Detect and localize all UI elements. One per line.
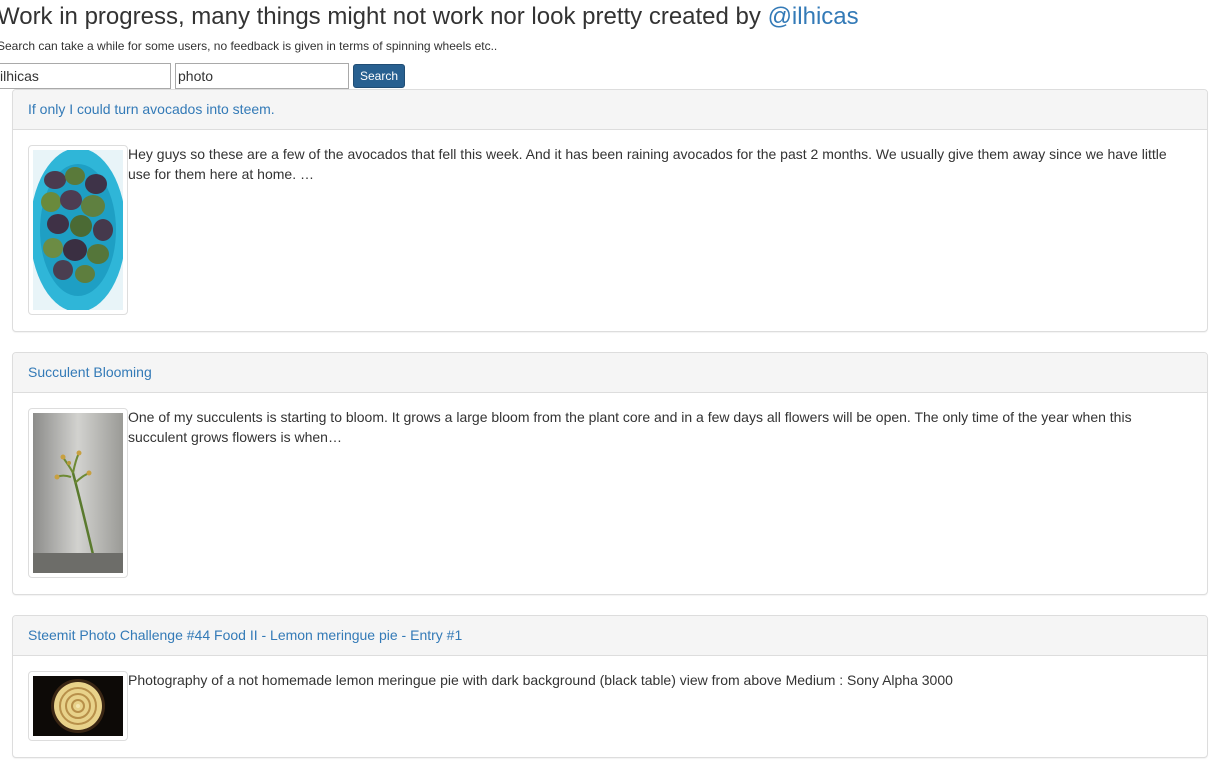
- result-thumbnail[interactable]: [28, 145, 128, 315]
- result-body: Hey guys so these are a few of the avoca…: [13, 130, 1207, 330]
- result-heading: Succulent Blooming: [13, 353, 1207, 393]
- result-thumbnail[interactable]: [28, 671, 128, 741]
- search-note: Search can take a while for some users, …: [0, 39, 498, 53]
- result-heading: Steemit Photo Challenge #44 Food II - Le…: [13, 616, 1207, 656]
- result-thumbnail[interactable]: [28, 408, 128, 578]
- result-panel: Steemit Photo Challenge #44 Food II - Le…: [12, 615, 1208, 758]
- result-body: Photography of a not homemade lemon meri…: [13, 656, 1207, 756]
- search-term-input[interactable]: [175, 63, 349, 89]
- result-heading: If only I could turn avocados into steem…: [13, 90, 1207, 130]
- result-title-link[interactable]: If only I could turn avocados into steem…: [28, 101, 275, 117]
- result-excerpt: One of my succulents is starting to bloo…: [128, 409, 1132, 445]
- result-panel: If only I could turn avocados into steem…: [12, 89, 1208, 332]
- meringue-pie-photo-icon: [33, 676, 123, 736]
- search-button[interactable]: Search: [353, 64, 406, 88]
- page: Work in progress, many things might not …: [0, 0, 1218, 777]
- username-input[interactable]: [0, 63, 171, 89]
- result-title-link[interactable]: Succulent Blooming: [28, 364, 152, 380]
- page-title: Work in progress, many things might not …: [0, 2, 859, 32]
- page-title-text: Work in progress, many things might not …: [0, 3, 768, 30]
- result-excerpt: Photography of a not homemade lemon meri…: [128, 672, 953, 688]
- result-panel: Succulent Blooming One of my succulents …: [12, 352, 1208, 595]
- author-link[interactable]: @ilhicas: [768, 3, 859, 30]
- result-title-link[interactable]: Steemit Photo Challenge #44 Food II - Le…: [28, 627, 462, 643]
- search-form: Search: [0, 63, 406, 89]
- avocados-photo-icon: [33, 150, 123, 310]
- result-excerpt: Hey guys so these are a few of the avoca…: [128, 146, 1167, 182]
- succulent-photo-icon: [33, 413, 123, 573]
- result-body: One of my succulents is starting to bloo…: [13, 393, 1207, 593]
